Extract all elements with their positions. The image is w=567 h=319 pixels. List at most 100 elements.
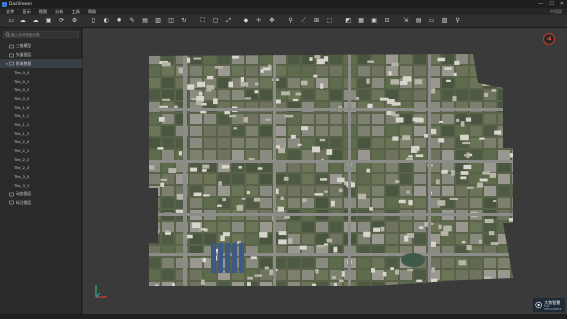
menu-file[interactable]: 文件 <box>6 8 14 15</box>
frame-icon[interactable]: ▢ <box>212 17 220 25</box>
layer-label: Tile_3_0 <box>14 174 30 180</box>
compass-label: N <box>547 37 550 41</box>
menu-analysis[interactable]: 分析 <box>55 8 63 15</box>
cloud-icon[interactable]: ☁ <box>32 17 40 25</box>
menu-tools[interactable]: 工具 <box>72 8 80 15</box>
ruler-icon[interactable]: ⊞ <box>312 17 320 25</box>
tile-item[interactable]: Tile_0_1 <box>0 77 82 86</box>
tile-item[interactable]: Tile_1_1 <box>0 112 82 121</box>
maximize-icon[interactable]: ⤢ <box>225 17 233 25</box>
label-layer-icon <box>9 200 14 205</box>
camera-icon[interactable]: ▣ <box>370 17 378 25</box>
tile-item[interactable]: Tile_0_3 <box>0 94 82 103</box>
window-icon[interactable]: ▭ <box>428 17 436 25</box>
layer-tree: 三维模型 矢量图层 ▾ 影像数据 Tile_0_0 Tile_0_1 Tile_0_2 Til… <box>0 42 82 207</box>
layer-label: 三维模型 <box>16 43 32 49</box>
status-bar <box>0 314 567 319</box>
layer-label: 标注图层 <box>16 199 32 205</box>
layer-group-item[interactable]: 三维模型 <box>0 42 82 51</box>
app-logo-icon <box>2 1 7 7</box>
layer-label: Tile_1_2 <box>14 122 30 128</box>
layer-label: Tile_1_0 <box>14 104 30 110</box>
rotate-icon[interactable]: ↻ <box>180 17 188 25</box>
layer-label: Tile_1_3 <box>14 130 30 136</box>
contrast-icon[interactable]: ◐ <box>102 17 110 25</box>
layer-label: Tile_0_2 <box>14 87 30 93</box>
measure-line-icon[interactable]: ⟋ <box>300 17 308 25</box>
sun-icon[interactable]: ✹ <box>115 17 123 25</box>
layer-group-item[interactable]: 标注图层 <box>0 198 82 207</box>
tile-item[interactable]: Tile_3_0 <box>0 172 82 181</box>
folder-open-icon[interactable]: ▭ <box>7 17 15 25</box>
box-3d-icon[interactable]: ⬚ <box>325 17 333 25</box>
select-point-icon[interactable]: ◆ <box>242 17 250 25</box>
brand-logo-icon <box>535 301 542 309</box>
tile-item[interactable]: Tile_2_1 <box>0 146 82 155</box>
search-icon[interactable]: ⚲ <box>454 17 462 25</box>
edition-label: 中国版 <box>550 9 562 14</box>
tile-item[interactable]: Tile_1_2 <box>0 120 82 129</box>
layer-label: Tile_3_1 <box>14 182 30 188</box>
vector-layer-icon <box>9 53 14 57</box>
draw-icon[interactable]: ✎ <box>128 17 136 25</box>
close-button[interactable]: ✕ <box>560 0 564 8</box>
search-input[interactable] <box>11 32 77 37</box>
grid-icon[interactable]: ▦ <box>357 17 365 25</box>
image-icon[interactable]: ▨ <box>441 17 449 25</box>
layer-label: Tile_2_2 <box>14 156 30 162</box>
layer-label: Tile_0_1 <box>14 78 30 84</box>
search-box <box>3 31 79 38</box>
layer-label: Tile_0_0 <box>14 69 30 75</box>
area-icon[interactable]: ◩ <box>344 17 352 25</box>
save-icon[interactable]: ▣ <box>45 17 53 25</box>
crop-icon[interactable]: ⊡ <box>383 17 391 25</box>
layer-label: Tile_1_1 <box>14 113 30 119</box>
compass[interactable]: N <box>543 33 555 45</box>
menu-display[interactable]: 显示 <box>22 8 30 15</box>
settings-icon[interactable]: ⚙ <box>71 17 79 25</box>
tile-item[interactable]: Tile_3_1 <box>0 181 82 190</box>
file-icon[interactable]: ▯ <box>89 17 97 25</box>
layer-panel: 三维模型矢量图层▾影像数据Tile_0_0 Tile_0_1 Tile_0_2 Til… <box>0 28 82 314</box>
pan-icon[interactable]: ✥ <box>268 17 276 25</box>
tile-item[interactable]: Tile_2_0 <box>0 138 82 147</box>
brand-subtitle: DAS INTELLIGENCE <box>544 304 562 311</box>
map-viewport[interactable]: N 大势智慧 DAS INTELLIGENCE <box>83 28 567 314</box>
tile-item[interactable]: Tile_1_0 <box>0 103 82 112</box>
cloud-open-icon[interactable]: ☁ <box>19 17 27 25</box>
marker-icon[interactable]: ⚲ <box>287 17 295 25</box>
menu-view[interactable]: 视图 <box>39 8 47 15</box>
layer-label: 影像数据 <box>16 60 32 66</box>
tile-item[interactable]: Tile_0_0 <box>0 68 82 77</box>
minimize-button[interactable]: — <box>538 0 543 8</box>
tile-item[interactable]: Tile_2_2 <box>0 155 82 164</box>
dynamic-layer-icon <box>9 192 14 196</box>
tile-item[interactable]: Tile_2_3 <box>0 164 82 173</box>
window-controls: — ☐ ✕ <box>538 0 564 8</box>
axis-gizmo <box>95 285 107 298</box>
maximize-button[interactable]: ☐ <box>549 0 553 8</box>
layer-group-item[interactable]: ▾ 影像数据 <box>0 59 82 69</box>
tile-item[interactable]: Tile_1_3 <box>0 129 82 138</box>
fit-view-icon[interactable]: ⛶ <box>199 17 207 25</box>
title-bar: DasViewer — ☐ ✕ <box>0 0 567 8</box>
layer-label: Tile_2_0 <box>14 139 30 145</box>
layer-group-item[interactable]: 矢量图层 <box>0 51 82 60</box>
refresh-icon[interactable]: ⟳ <box>58 17 66 25</box>
y-axis <box>95 292 101 298</box>
layers-icon[interactable]: ▥ <box>154 17 162 25</box>
folder-icon <box>9 61 14 66</box>
menu-help[interactable]: 帮助 <box>88 8 96 15</box>
transform-icon[interactable]: ⇲ <box>402 17 410 25</box>
chart-icon[interactable]: ▤ <box>415 17 423 25</box>
layer-icon[interactable]: ▤ <box>141 17 149 25</box>
crosshair-icon[interactable]: ✛ <box>255 17 263 25</box>
cube-icon[interactable]: ◫ <box>167 17 175 25</box>
toolbar: ▭ ☁ ☁ ▣ ⟳ ⚙ ▯ ◐ ✹ ✎ ▤ ▥ ◫ ↻ ⛶ ▢ ⤢ ◆ ✛ ✥ ⚲ ⟋ ⊞ ⬚ ◩ ▦ ▣ ⊡ ⇲ ▤ ▭ ▨ ⚲ <box>0 15 567 28</box>
layer-group-item[interactable]: 动态图层 <box>0 190 82 199</box>
orthophoto-map[interactable] <box>83 28 567 314</box>
tile-item[interactable]: Tile_0_2 <box>0 85 82 94</box>
layer-label: 矢量图层 <box>16 52 32 58</box>
layer-label: Tile_2_1 <box>14 148 30 154</box>
brand-watermark: 大势智慧 DAS INTELLIGENCE <box>533 298 565 312</box>
